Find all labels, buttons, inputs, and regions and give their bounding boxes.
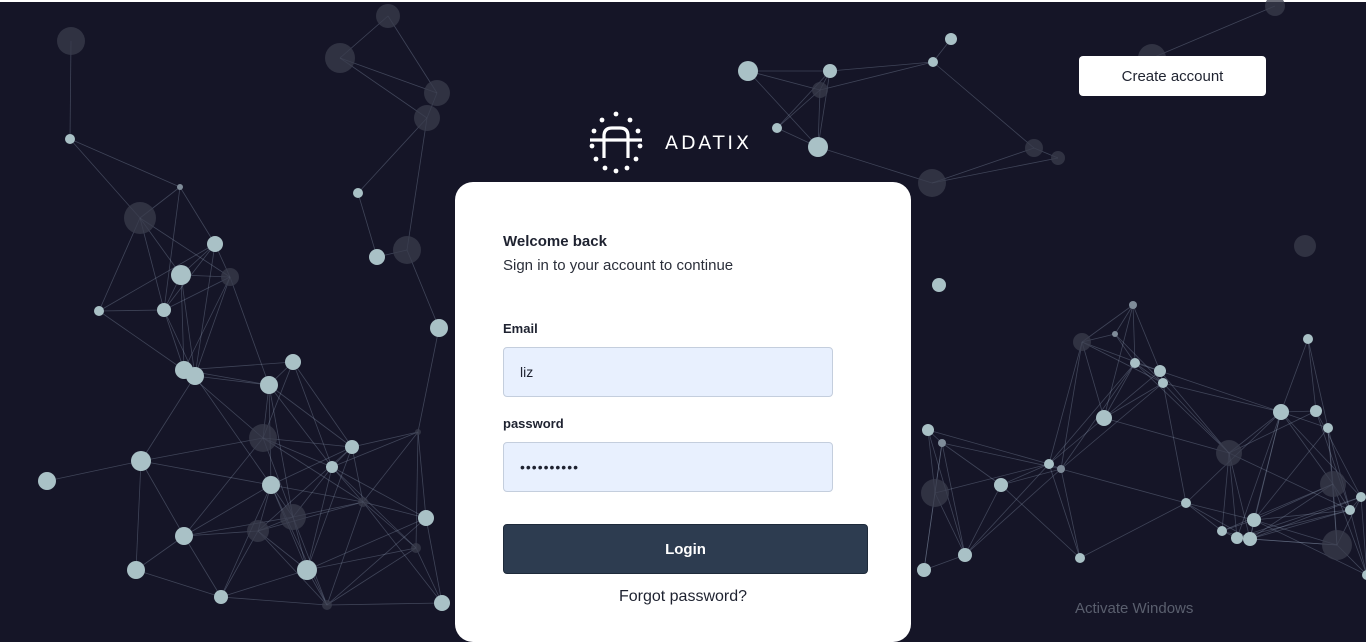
network-node-dim <box>1025 139 1043 157</box>
login-card: Welcome back Sign in to your account to … <box>455 182 911 642</box>
network-node <box>1323 423 1333 433</box>
adatix-logo-icon <box>589 111 643 174</box>
network-node <box>369 249 385 265</box>
svg-text:ADATIX: ADATIX <box>665 132 752 153</box>
network-node <box>434 595 450 611</box>
network-node <box>207 236 223 252</box>
network-node <box>808 137 828 157</box>
network-node <box>418 510 434 526</box>
network-node <box>928 57 938 67</box>
network-node-dim <box>918 169 946 197</box>
network-node <box>38 472 56 490</box>
email-label: Email <box>503 321 538 336</box>
network-node-dim <box>325 43 355 73</box>
activate-windows-watermark: Activate Windows <box>1075 600 1194 617</box>
network-node <box>177 184 183 190</box>
network-node <box>1154 365 1166 377</box>
network-node <box>1075 553 1085 563</box>
network-node <box>157 303 171 317</box>
network-node <box>297 560 317 580</box>
network-node <box>353 188 363 198</box>
network-node <box>1310 405 1322 417</box>
network-node-dim <box>322 600 332 610</box>
network-node-dim <box>411 543 421 553</box>
network-node-dim <box>921 479 949 507</box>
network-node-dim <box>812 82 828 98</box>
network-node-dim <box>1216 440 1242 466</box>
network-node <box>1362 570 1366 580</box>
network-node <box>994 478 1008 492</box>
network-node-dim <box>247 520 269 542</box>
login-button[interactable]: Login <box>503 524 868 574</box>
network-node-dim <box>415 429 421 435</box>
network-node-dim <box>221 268 239 286</box>
email-field[interactable] <box>503 347 833 397</box>
welcome-subtitle: Sign in to your account to continue <box>503 257 734 274</box>
network-node <box>932 278 946 292</box>
network-node <box>1130 358 1140 368</box>
network-node <box>958 548 972 562</box>
network-node <box>1247 513 1261 527</box>
network-node <box>430 319 448 337</box>
network-node <box>326 461 338 473</box>
network-node <box>1217 526 1227 536</box>
network-node <box>285 354 301 370</box>
network-node <box>823 64 837 78</box>
network-node-dim <box>1265 0 1285 16</box>
forgot-password-link[interactable]: Forgot password? <box>455 588 911 606</box>
network-node-dim <box>280 504 306 530</box>
network-node <box>1273 404 1289 420</box>
network-node <box>127 561 145 579</box>
network-node <box>1057 465 1065 473</box>
network-node <box>1129 301 1137 309</box>
network-node <box>175 527 193 545</box>
network-node-dim <box>376 4 400 28</box>
network-node <box>922 424 934 436</box>
network-node <box>1345 505 1355 515</box>
network-node <box>1044 459 1054 469</box>
welcome-title: Welcome back <box>503 233 607 250</box>
password-label: password <box>503 416 564 431</box>
network-node <box>1243 532 1257 546</box>
network-node <box>1231 532 1243 544</box>
network-node <box>214 590 228 604</box>
network-node <box>738 61 758 81</box>
network-node <box>131 451 151 471</box>
brand-wordmark: ADATIX <box>665 132 752 153</box>
network-node <box>917 563 931 577</box>
network-node-dim <box>1294 235 1316 257</box>
network-node-dim <box>424 80 450 106</box>
network-node-dim <box>414 105 440 131</box>
network-node <box>260 376 278 394</box>
network-node <box>1356 492 1366 502</box>
network-node <box>938 439 946 447</box>
network-node <box>171 265 191 285</box>
network-node <box>1096 410 1112 426</box>
brand-logo: ADATIX <box>588 110 775 174</box>
network-node <box>262 476 280 494</box>
password-field[interactable] <box>503 442 833 492</box>
network-node-dim <box>1322 530 1352 560</box>
create-account-button[interactable]: Create account <box>1079 56 1266 96</box>
network-node <box>94 306 104 316</box>
network-node <box>65 134 75 144</box>
network-node-dim <box>1051 151 1065 165</box>
network-node-dim <box>393 236 421 264</box>
network-node <box>1303 334 1313 344</box>
network-node-dim <box>124 202 156 234</box>
network-node-dim <box>57 27 85 55</box>
network-node-dim <box>249 424 277 452</box>
network-node <box>345 440 359 454</box>
network-node <box>186 367 204 385</box>
network-node <box>1112 331 1118 337</box>
network-node-dim <box>358 497 368 507</box>
network-node <box>1181 498 1191 508</box>
network-node-dim <box>1320 471 1346 497</box>
network-node <box>945 33 957 45</box>
network-node <box>1158 378 1168 388</box>
network-node-dim <box>1073 333 1091 351</box>
